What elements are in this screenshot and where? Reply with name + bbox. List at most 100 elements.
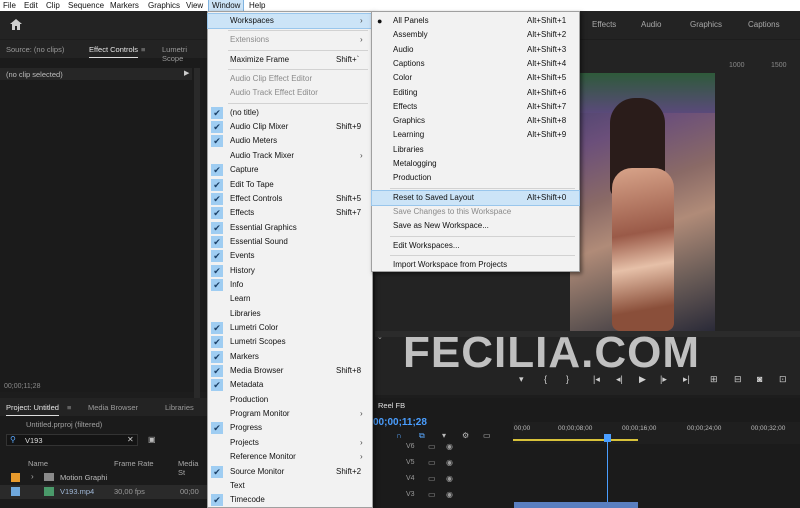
sync-lock-icon[interactable]: ▭ <box>428 490 436 499</box>
menu-item-save-changes-to-this-workspace[interactable]: Save Changes to this Workspace <box>372 205 579 219</box>
menu-item-workspaces[interactable]: Workspaces › <box>207 13 373 29</box>
overwrite-icon[interactable]: ⊟ <box>734 374 742 385</box>
visibility-eye-icon[interactable]: ◉ <box>446 458 453 467</box>
workspace-tab-audio[interactable]: Audio <box>641 20 661 29</box>
scrollbar[interactable] <box>194 68 200 398</box>
menu-item-production[interactable]: Production <box>372 171 579 185</box>
menu-item-markers[interactable]: ✔ Markers <box>208 350 372 364</box>
menu-item-essential-sound[interactable]: ✔ Essential Sound <box>208 235 372 249</box>
sync-lock-icon[interactable]: ▭ <box>428 442 436 451</box>
menu-item-maximize-frame[interactable]: Maximize Frame Shift+` <box>208 53 372 67</box>
go-to-out-icon[interactable]: ▸| <box>683 374 690 385</box>
tab-libraries[interactable]: Libraries <box>165 403 194 412</box>
menu-item-effects[interactable]: Effects Alt+Shift+7 <box>372 100 579 114</box>
new-bin-icon[interactable]: ▣ <box>148 435 156 444</box>
menu-item-graphics[interactable]: Graphics Alt+Shift+8 <box>372 114 579 128</box>
menu-item-effects[interactable]: ✔ Effects Shift+7 <box>208 206 372 220</box>
menu-item-events[interactable]: ✔ Events <box>208 249 372 263</box>
menu-item-reference-monitor[interactable]: Reference Monitor › <box>208 450 372 464</box>
expand-arrow-icon[interactable]: › <box>31 472 34 481</box>
tab-media-browser[interactable]: Media Browser <box>88 403 138 412</box>
menu-item-reset-to-saved-layout[interactable]: Reset to Saved Layout Alt+Shift+0 <box>371 189 580 206</box>
menu-item-metadata[interactable]: ✔ Metadata <box>208 378 372 392</box>
home-icon[interactable] <box>10 19 22 30</box>
workspace-tab-captions[interactable]: Captions <box>748 20 780 29</box>
menu-view[interactable]: View <box>186 0 203 11</box>
visibility-eye-icon[interactable]: ◉ <box>446 442 453 451</box>
work-area-bar[interactable] <box>513 439 638 441</box>
clear-search-icon[interactable]: ✕ <box>127 435 134 444</box>
menu-item-extensions[interactable]: Extensions › <box>208 33 372 47</box>
menu-item-text[interactable]: Text <box>208 479 372 493</box>
menu-item-all-panels[interactable]: ● All Panels Alt+Shift+1 <box>372 14 579 28</box>
menu-markers[interactable]: Markers <box>110 0 139 11</box>
menu-item-progress[interactable]: ✔ Progress <box>208 421 372 435</box>
menu-sequence[interactable]: Sequence <box>68 0 104 11</box>
tab-project[interactable]: Project: Untitled <box>6 403 59 416</box>
step-back-icon[interactable]: ◂| <box>616 374 623 385</box>
menu-item-essential-graphics[interactable]: ✔ Essential Graphics <box>208 221 372 235</box>
mark-out-icon[interactable]: } <box>566 374 569 384</box>
menu-item-save-as-new-workspace[interactable]: Save as New Workspace... <box>372 219 579 233</box>
menu-file[interactable]: File <box>3 0 16 11</box>
button-editor-icon[interactable]: ⊡ <box>779 374 787 385</box>
menu-item-timecode[interactable]: ✔ Timecode <box>208 493 372 507</box>
captions-icon[interactable]: ▭ <box>483 431 491 440</box>
sequence-timecode[interactable]: 00;00;11;28 <box>373 417 427 428</box>
menu-item-audio[interactable]: Audio Alt+Shift+3 <box>372 43 579 57</box>
menu-item-audio-track-effect-editor[interactable]: Audio Track Effect Editor <box>208 86 372 100</box>
zoom-dropdown-arrow-icon[interactable]: ⌄ <box>377 333 383 341</box>
list-item[interactable]: › Motion Graphi <box>0 471 207 485</box>
menu-item-source-monitor[interactable]: ✔ Source Monitor Shift+2 <box>208 465 372 479</box>
menu-clip[interactable]: Clip <box>46 0 60 11</box>
menu-item-assembly[interactable]: Assembly Alt+Shift+2 <box>372 28 579 42</box>
sync-lock-icon[interactable]: ▭ <box>428 474 436 483</box>
mark-in-icon[interactable]: { <box>544 374 547 384</box>
panel-menu-icon[interactable]: ≡ <box>67 403 71 412</box>
time-ruler[interactable]: 00;00 00;00;08;00 00;00;16;00 00;00;24;0… <box>513 422 800 444</box>
sync-lock-icon[interactable]: ▭ <box>428 458 436 467</box>
menu-item-effect-controls[interactable]: ✔ Effect Controls Shift+5 <box>208 192 372 206</box>
menu-item-lumetri-color[interactable]: ✔ Lumetri Color <box>208 321 372 335</box>
workspace-tab-effects[interactable]: Effects <box>592 20 616 29</box>
go-to-in-icon[interactable]: |◂ <box>593 374 600 385</box>
add-marker-icon[interactable]: ▾ <box>442 431 446 440</box>
step-forward-icon[interactable]: |▸ <box>660 374 667 385</box>
menu-edit[interactable]: Edit <box>24 0 38 11</box>
menu-item-audio-clip-effect-editor[interactable]: Audio Clip Effect Editor <box>208 72 372 86</box>
tab-source[interactable]: Source: (no clips) <box>6 45 64 54</box>
menu-item-learn[interactable]: Learn <box>208 292 372 306</box>
tab-lumetri-scopes[interactable]: Lumetri Scope <box>162 45 207 63</box>
menu-item-libraries[interactable]: Libraries <box>372 143 579 157</box>
menu-item-editing[interactable]: Editing Alt+Shift+6 <box>372 86 579 100</box>
visibility-eye-icon[interactable]: ◉ <box>446 490 453 499</box>
menu-item-edit-workspaces[interactable]: Edit Workspaces... <box>372 239 579 253</box>
menu-item-projects[interactable]: Projects › <box>208 436 372 450</box>
menu-item-captions[interactable]: Captions Alt+Shift+4 <box>372 57 579 71</box>
menu-graphics[interactable]: Graphics <box>148 0 180 11</box>
menu-item-audio-meters[interactable]: ✔ Audio Meters <box>208 134 372 148</box>
clip-segment[interactable] <box>514 502 638 508</box>
menu-item-learning[interactable]: Learning Alt+Shift+9 <box>372 128 579 142</box>
menu-item-audio-clip-mixer[interactable]: ✔ Audio Clip Mixer Shift+9 <box>208 120 372 134</box>
column-name[interactable]: Name <box>28 459 48 468</box>
menu-item-audio-track-mixer[interactable]: Audio Track Mixer › <box>208 149 372 163</box>
export-frame-icon[interactable]: ◙ <box>757 374 762 384</box>
search-input[interactable]: ⚲ V193 ✕ <box>6 434 138 446</box>
menu-item-capture[interactable]: ✔ Capture <box>208 163 372 177</box>
menu-item-metalogging[interactable]: Metalogging <box>372 157 579 171</box>
menu-item-no-title[interactable]: ✔ (no title) <box>208 106 372 120</box>
menu-help[interactable]: Help <box>249 0 265 11</box>
add-marker-icon[interactable]: ▾ <box>519 374 524 385</box>
insert-icon[interactable]: ⊞ <box>710 374 718 385</box>
timeline-settings-icon[interactable]: ⚙ <box>462 431 469 440</box>
menu-item-media-browser[interactable]: ✔ Media Browser Shift+8 <box>208 364 372 378</box>
workspace-tab-graphics[interactable]: Graphics <box>690 20 722 29</box>
panel-menu-icon[interactable]: ≡ <box>141 45 145 54</box>
menu-item-program-monitor[interactable]: Program Monitor › <box>208 407 372 421</box>
menu-item-libraries[interactable]: Libraries <box>208 307 372 321</box>
sequence-tab[interactable]: Reel FB <box>378 401 405 410</box>
list-item[interactable]: V193.mp4 30,00 fps 00;00 <box>0 485 207 499</box>
visibility-eye-icon[interactable]: ◉ <box>446 474 453 483</box>
menu-item-import-workspace-from-projects[interactable]: Import Workspace from Projects <box>372 258 579 272</box>
